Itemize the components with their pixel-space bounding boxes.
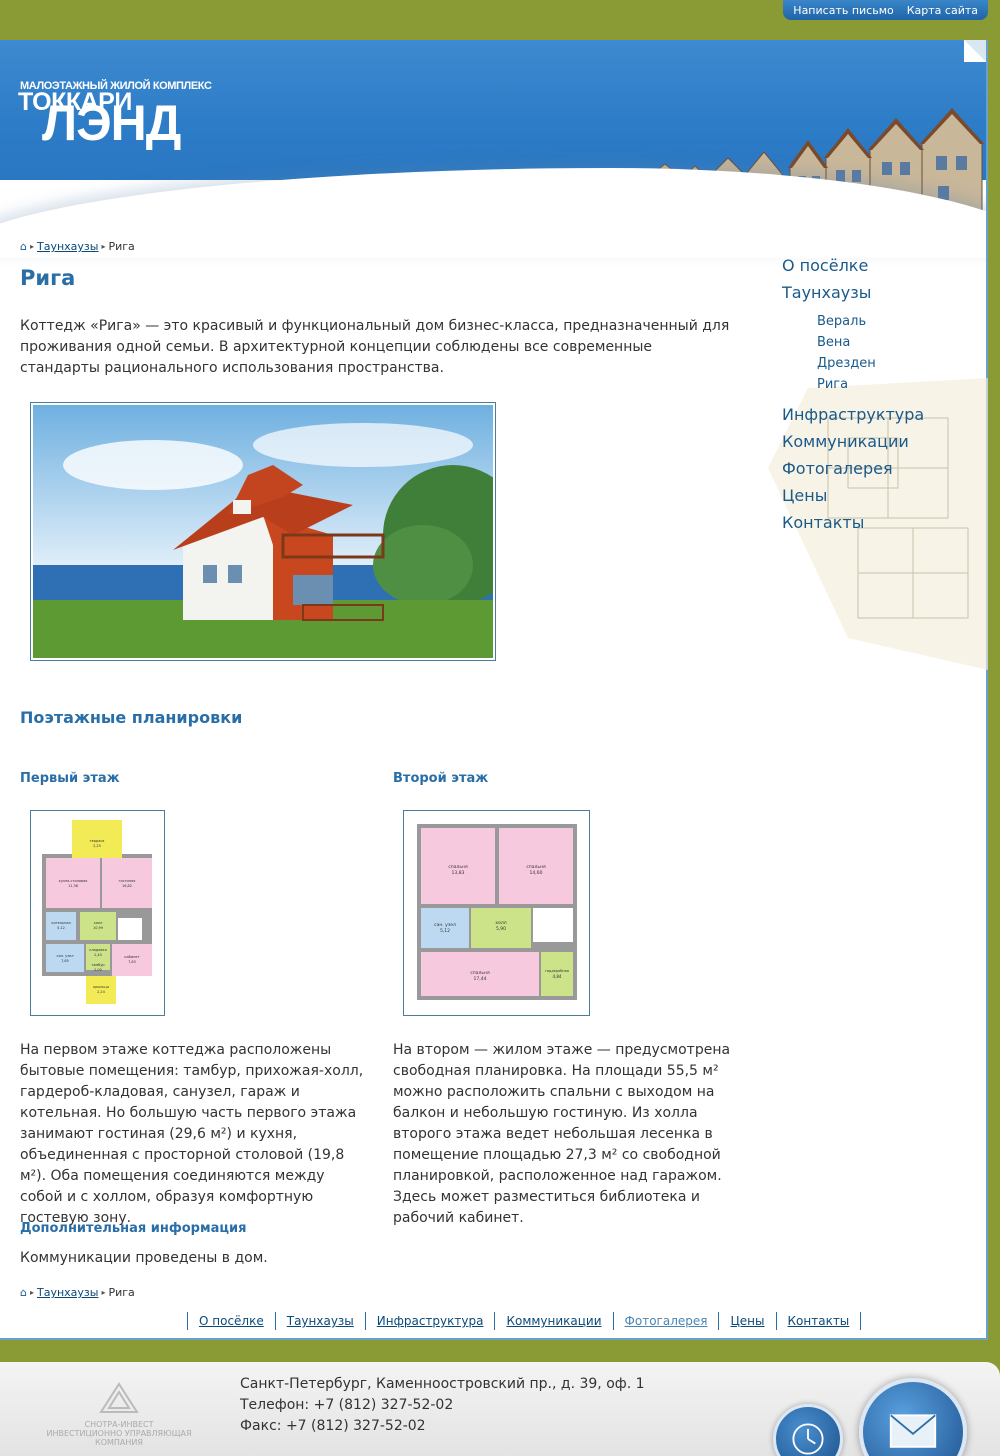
room-area: 10,99 [93, 926, 103, 930]
room-label: терраса [90, 839, 105, 843]
breadcrumb-current: Рига [108, 240, 135, 253]
menu-item-communications[interactable]: Коммуникации [782, 428, 924, 455]
clock-button[interactable] [773, 1404, 843, 1456]
floor1-text: На первом этаже коттеджа расположены быт… [20, 1042, 364, 1226]
menu-item-prices[interactable]: Цены [782, 482, 924, 509]
room-area: 2,25 [93, 844, 101, 848]
bottom-nav-about[interactable]: О посёлке [187, 1312, 275, 1330]
submenu-item-riga[interactable]: Рига [817, 374, 924, 395]
footer-phone: Телефон: +7 (812) 327-52-02 [240, 1397, 454, 1413]
room-area: 11,38 [68, 884, 78, 888]
room-label: сан. узел [434, 923, 456, 928]
home-icon[interactable]: ⌂ [20, 1286, 27, 1299]
company-logo[interactable]: СНОТРА-ИНВЕСТ ИНВЕСТИЦИОННО УПРАВЛЯЮЩАЯ … [24, 1382, 214, 1447]
breadcrumb-current: Рига [108, 1286, 135, 1299]
breadcrumb: ⌂ ▸ Таунхаузы ▸ Рига [20, 240, 740, 253]
bottom-nav-townhouses[interactable]: Таунхаузы [274, 1312, 365, 1330]
room-label: кладовая [89, 948, 106, 952]
breadcrumb-townhouses[interactable]: Таунхаузы [37, 240, 98, 253]
room-label: крыльцо [93, 985, 109, 989]
room-label: спальня [470, 971, 490, 976]
room-area: 7,65 [61, 959, 69, 963]
room-label: сан. узел [57, 954, 74, 958]
page-title: Рига [20, 266, 76, 290]
extra-info-title: Дополнительная информация [20, 1221, 247, 1236]
room-label: тамбур [91, 963, 105, 967]
room-area: 4,84 [553, 974, 562, 979]
room-label: гардеробная [545, 969, 569, 973]
room-area: 7,63 [128, 960, 136, 964]
logo-line2[interactable]: ЛЭНД [42, 98, 181, 148]
room-area: 2,24 [97, 990, 106, 994]
menu-item-infrastructure[interactable]: Инфраструктура [782, 401, 924, 428]
room-area: 5,12 [440, 928, 450, 934]
intro-text: Коттедж «Рига» — это красивый и функцион… [20, 318, 730, 376]
footer-address: Санкт-Петербург, Каменноостровский пр., … [240, 1376, 645, 1392]
room-label: спальня [526, 865, 546, 870]
bottom-nav: О посёлке Таунхаузы Инфраструктура Комму… [187, 1312, 862, 1330]
menu-item-gallery[interactable]: Фотогалерея [782, 455, 924, 482]
bottom-nav-communications[interactable]: Коммуникации [494, 1312, 612, 1330]
room-label: спальня [448, 865, 468, 870]
room-area: 5,12 [57, 926, 65, 930]
house-photo[interactable] [30, 402, 496, 661]
room-area: 2,40 [94, 953, 102, 957]
room-label: гостиная [119, 879, 136, 883]
room-label: котельная [51, 921, 70, 925]
submenu-item-vena[interactable]: Вена [817, 332, 924, 353]
floor2-title: Второй этаж [393, 771, 489, 786]
company-desc: ИНВЕСТИЦИОННО УПРАВЛЯЮЩАЯ КОМПАНИЯ [46, 1429, 192, 1447]
room-area: 16,82 [122, 884, 132, 888]
chevron-right-icon: ▸ [101, 242, 106, 251]
room-label: холл [495, 921, 506, 926]
sitemap-link[interactable]: Карта сайта [907, 4, 978, 17]
submenu-item-dresden[interactable]: Дрезден [817, 353, 924, 374]
breadcrumb-bottom: ⌂ ▸ Таунхаузы ▸ Рига [20, 1286, 740, 1299]
footer: СНОТРА-ИНВЕСТ ИНВЕСТИЦИОННО УПРАВЛЯЮЩАЯ … [0, 1362, 1000, 1456]
submenu-item-veral[interactable]: Вераль [817, 311, 924, 332]
room-area: 14,60 [530, 870, 543, 876]
chevron-right-icon: ▸ [29, 1288, 34, 1297]
floor2-text: На втором — жилом этаже — предусмотрена … [393, 1042, 731, 1226]
bottom-nav-infrastructure[interactable]: Инфраструктура [364, 1312, 495, 1330]
floor1-plan[interactable]: терраса 2,25 кухня-столовая 11,38 гостин… [30, 810, 165, 1016]
top-bar: Написать письмо Карта сайта [0, 0, 1000, 40]
footer-fax: Факс: +7 (812) 327-52-02 [240, 1418, 426, 1434]
breadcrumb-townhouses[interactable]: Таунхаузы [37, 1286, 98, 1299]
chevron-right-icon: ▸ [101, 1288, 106, 1297]
header: МАЛОЭТАЖНЫЙ ЖИЛОЙ КОМПЛЕКС ТОККАРИ ЛЭНД [0, 40, 986, 258]
menu-item-contacts[interactable]: Контакты [782, 509, 924, 536]
company-logo-mark-icon [99, 1382, 139, 1413]
clock-icon [792, 1423, 824, 1455]
company-name: СНОТРА-ИНВЕСТ [84, 1420, 154, 1429]
room-area: 13,83 [452, 870, 465, 876]
submenu-townhouses: Вераль Вена Дрезден Рига [782, 311, 924, 395]
floor2-plan[interactable]: спальня 13,83 спальня 14,60 сан. узел 5,… [403, 810, 590, 1016]
bottom-nav-gallery[interactable]: Фотогалерея [612, 1312, 719, 1330]
chevron-right-icon: ▸ [29, 242, 34, 251]
mail-button[interactable] [859, 1378, 967, 1456]
top-links: Написать письмо Карта сайта [783, 0, 988, 20]
room-area: 17,44 [474, 976, 487, 982]
room-area: 2,00 [94, 968, 102, 972]
room-label: холл [94, 921, 103, 925]
mail-icon [889, 1414, 937, 1448]
bottom-nav-prices[interactable]: Цены [718, 1312, 775, 1330]
home-icon[interactable]: ⌂ [20, 240, 27, 253]
extra-info-text: Коммуникации проведены в дом. [20, 1250, 268, 1266]
side-menu: О посёлке Таунхаузы Вераль Вена Дрезден … [782, 252, 924, 536]
menu-item-townhouses[interactable]: Таунхаузы [782, 279, 924, 306]
room-label: кухня-столовая [59, 879, 88, 883]
menu-item-about[interactable]: О посёлке [782, 252, 924, 279]
room-area: 5,90 [496, 926, 506, 932]
bottom-nav-contacts[interactable]: Контакты [775, 1312, 862, 1330]
page-corner-fold [964, 40, 986, 62]
plans-title: Поэтажные планировки [20, 708, 243, 727]
write-letter-link[interactable]: Написать письмо [793, 4, 893, 17]
floor1-title: Первый этаж [20, 771, 120, 786]
room-label: кабинет [124, 955, 139, 959]
footer-contacts: Санкт-Петербург, Каменноостровский пр., … [240, 1374, 645, 1437]
